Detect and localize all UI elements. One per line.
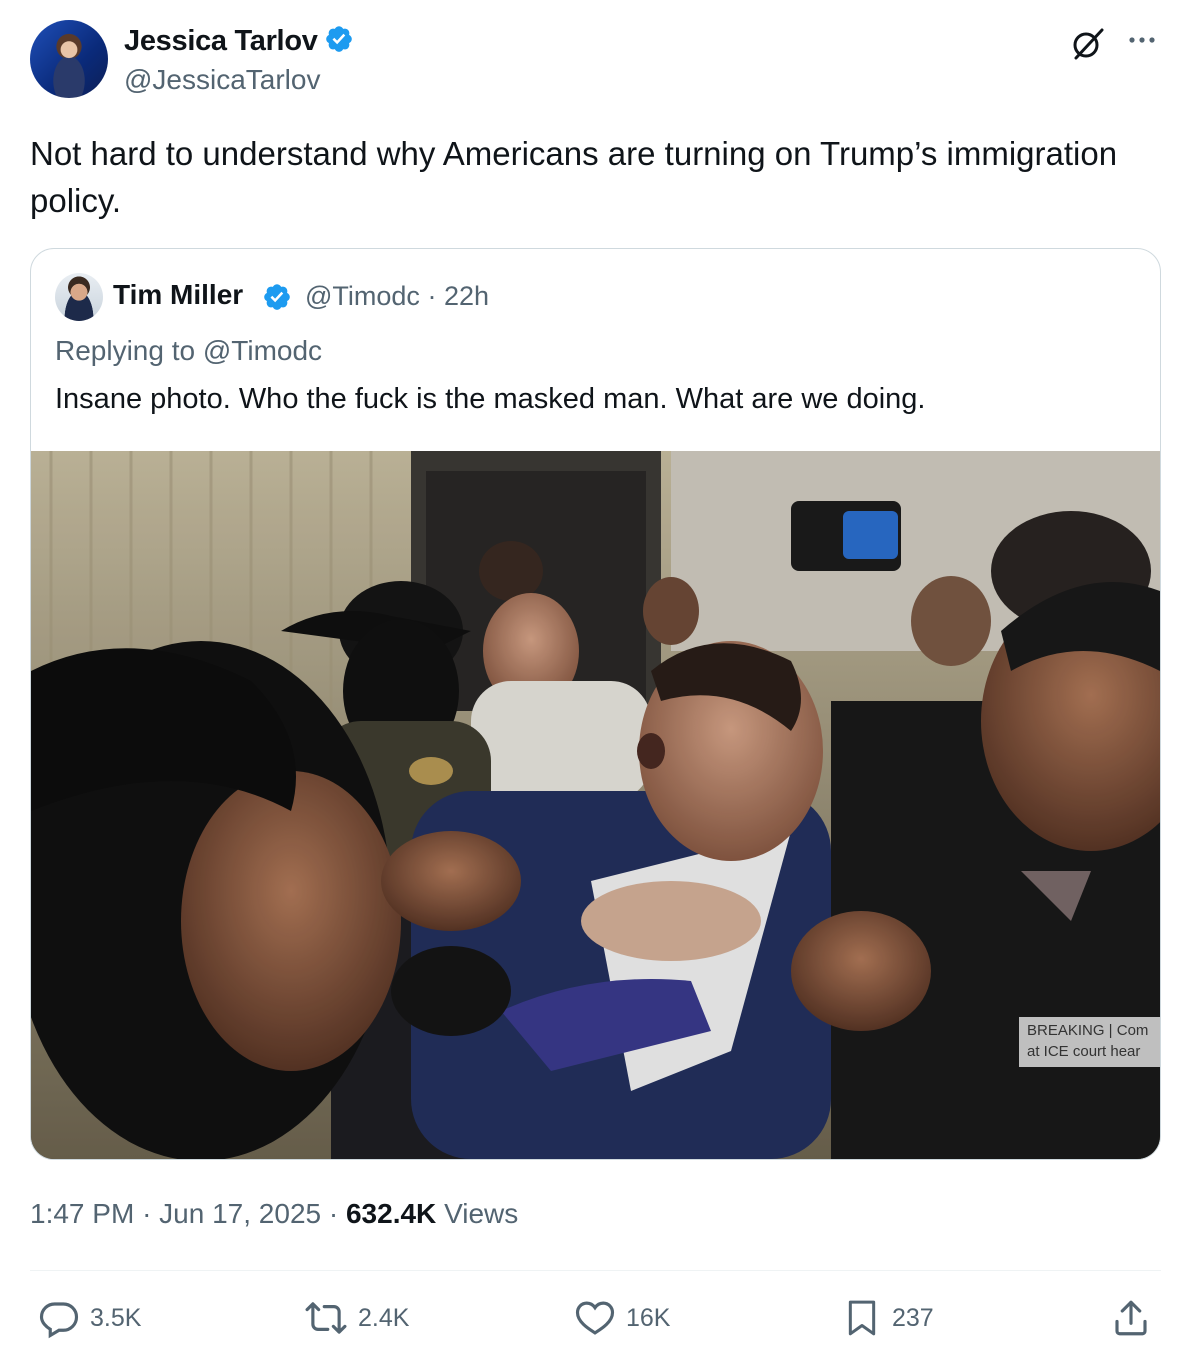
timestamp-separator-1: · <box>142 1198 152 1229</box>
quoted-photo[interactable]: BREAKING | Com at ICE court hear <box>31 451 1160 1159</box>
quoted-author-avatar <box>55 273 103 321</box>
tweet-date[interactable]: Jun 17, 2025 <box>159 1198 321 1229</box>
like-count: 16K <box>626 1303 671 1332</box>
repost-icon <box>305 1302 347 1334</box>
tweet-time[interactable]: 1:47 PM <box>30 1198 134 1229</box>
repost-count: 2.4K <box>358 1303 410 1332</box>
quoted-author-name: Tim Miller <box>113 279 244 310</box>
share-icon <box>1115 1300 1147 1336</box>
bookmark-icon <box>848 1300 876 1336</box>
timestamp-separator-2: · <box>328 1198 339 1229</box>
bookmark-button[interactable]: 237 <box>842 1296 934 1340</box>
author-name-row[interactable]: Jessica Tarlov <box>124 24 354 58</box>
quoted-age: 22h <box>443 281 490 311</box>
photo-caption-line1: BREAKING | Com <box>1027 1022 1149 1039</box>
author-handle[interactable]: @JessicaTarlov <box>124 64 320 96</box>
views-count: 632.4K <box>345 1198 437 1229</box>
quoted-replying-to: Replying to @Timodc <box>55 335 323 366</box>
quoted-verified-badge-icon <box>264 284 290 310</box>
repost-button[interactable]: 2.4K <box>304 1296 409 1340</box>
like-button[interactable]: 16K <box>574 1296 670 1340</box>
quoted-author-handle: @Timodc <box>305 281 420 311</box>
reply-icon <box>39 1302 79 1339</box>
quoted-separator: · <box>427 281 437 311</box>
quoted-tweet-card[interactable]: Tim Miller @Timodc · 22h Replying to @Ti… <box>30 248 1161 1160</box>
author-avatar[interactable] <box>30 20 108 98</box>
share-button[interactable] <box>1110 1296 1162 1340</box>
verified-badge-icon <box>325 26 352 52</box>
author-name[interactable]: Jessica Tarlov <box>124 25 318 57</box>
tweet-text: Not hard to understand why Americans are… <box>30 135 1118 219</box>
bookmark-count: 237 <box>892 1303 934 1332</box>
photo-caption-line2: at ICE court hear <box>1027 1043 1141 1060</box>
reply-button[interactable]: 3.5K <box>38 1296 141 1340</box>
heart-icon <box>575 1301 615 1335</box>
actions-divider <box>30 1270 1161 1271</box>
grok-icon[interactable] <box>1070 26 1106 62</box>
quoted-tweet-text: Insane photo. Who the fuck is the masked… <box>55 383 926 415</box>
views-label: Views <box>444 1198 519 1229</box>
photo-caption: BREAKING | Com at ICE court hear <box>1019 1017 1160 1067</box>
photo-scene <box>31 451 1160 1159</box>
more-options-icon[interactable] <box>1124 28 1160 52</box>
quoted-meta: @Timodc · 22h <box>305 281 489 312</box>
tweet-timestamp: 1:47 PM · Jun 17, 2025 · 632.4K Views <box>30 1198 518 1230</box>
reply-count: 3.5K <box>90 1303 142 1332</box>
